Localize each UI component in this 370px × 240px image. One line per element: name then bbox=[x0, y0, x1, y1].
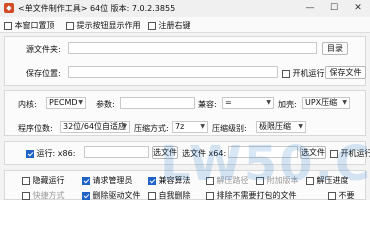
compat-algo-checkbox[interactable] bbox=[148, 176, 156, 185]
compress-method-label: 压缩方式: bbox=[134, 124, 169, 133]
register-checkbox[interactable] bbox=[148, 21, 156, 30]
delete-driver-checkbox[interactable] bbox=[82, 191, 90, 200]
param-label: 参数: bbox=[96, 100, 115, 109]
delete-driver-label: 删除驱动文件 bbox=[92, 191, 141, 200]
register-label: 注册右键 bbox=[158, 21, 191, 30]
chevron-down-icon: ▼ bbox=[200, 123, 205, 130]
topmost-checkbox[interactable] bbox=[4, 21, 12, 30]
hide-run-option[interactable]: 隐藏运行 bbox=[22, 175, 65, 186]
bits-label: 程序位数: bbox=[18, 124, 53, 133]
self-delete-checkbox[interactable] bbox=[148, 191, 156, 200]
run-x86-label: 运行: x86: bbox=[36, 149, 76, 158]
save-location-input[interactable] bbox=[68, 66, 278, 78]
app-icon: ◆ bbox=[4, 3, 14, 13]
self-delete-label: 自我删除 bbox=[158, 191, 191, 200]
menu-option-register[interactable]: 注册右键 bbox=[148, 20, 191, 31]
x86-path-input[interactable] bbox=[84, 146, 149, 158]
save-location-label: 保存位置: bbox=[26, 69, 61, 78]
topmost-label: 本窗口置顶 bbox=[14, 21, 55, 30]
compress-level-select[interactable]: 极限压缩 ▼ bbox=[256, 121, 306, 133]
run-x86-option[interactable]: 运行: x86: bbox=[26, 148, 75, 159]
chevron-down-icon: ▼ bbox=[78, 99, 83, 106]
exclude-files-label: 排除不需要打包的文件 bbox=[216, 191, 297, 200]
shell-select[interactable]: UPX压缩 ▼ bbox=[302, 97, 350, 109]
chevron-down-icon: ▼ bbox=[298, 123, 303, 130]
autorun-option[interactable]: 开机运行 bbox=[282, 68, 325, 79]
save-file-button[interactable]: 保存文件 bbox=[325, 66, 366, 79]
compress-method-value: 7z bbox=[175, 122, 185, 131]
menu-option-topmost[interactable]: 本窗口置顶 bbox=[4, 20, 55, 31]
autorun-checkbox[interactable] bbox=[282, 69, 290, 78]
window-title: <单文件制作工具> 64位 版本: 7.0.2.3855 bbox=[18, 4, 176, 13]
chevron-down-icon: ▼ bbox=[266, 99, 271, 106]
compress-level-label: 压缩级别: bbox=[212, 124, 247, 133]
bits-value: 32位/64位自适应 bbox=[63, 122, 127, 131]
no-need-checkbox[interactable] bbox=[328, 191, 336, 200]
no-need-label: 不要 bbox=[338, 191, 355, 200]
source-folder-input[interactable] bbox=[68, 42, 317, 54]
minimize-button[interactable]: — bbox=[298, 0, 322, 17]
maximize-button[interactable]: ☐ bbox=[322, 0, 346, 17]
shell-label: 加壳: bbox=[278, 100, 297, 109]
core-select[interactable]: PECMD ▼ bbox=[46, 97, 86, 109]
watermark: LW50.COM bbox=[160, 136, 370, 192]
request-admin-checkbox[interactable] bbox=[82, 176, 90, 185]
autorun-label: 开机运行 bbox=[292, 69, 325, 78]
core-label: 内核: bbox=[18, 100, 37, 109]
compat-value: = bbox=[225, 98, 232, 107]
exclude-files-checkbox[interactable] bbox=[206, 191, 214, 200]
shortcut-option[interactable]: 快捷方式 bbox=[22, 190, 65, 201]
source-folder-label: 源文件夹: bbox=[26, 45, 61, 54]
hide-run-checkbox[interactable] bbox=[22, 176, 30, 185]
hide-run-label: 隐藏运行 bbox=[32, 176, 65, 185]
shell-value: UPX压缩 bbox=[305, 98, 338, 107]
chevron-down-icon: ▼ bbox=[342, 99, 347, 106]
request-admin-option[interactable]: 请求管理员 bbox=[82, 175, 133, 186]
close-button[interactable]: ✕ bbox=[346, 0, 370, 17]
compress-level-value: 极限压缩 bbox=[259, 122, 291, 131]
bits-select[interactable]: 32位/64位自适应 ▼ bbox=[60, 121, 130, 133]
delete-driver-option[interactable]: 删除驱动文件 bbox=[82, 190, 141, 201]
compat-select[interactable]: = ▼ bbox=[222, 97, 274, 109]
shortcut-checkbox[interactable] bbox=[22, 191, 30, 200]
core-value: PECMD bbox=[49, 98, 78, 107]
tips-label: 提示按钮显示作用 bbox=[76, 21, 141, 30]
menu-option-tips[interactable]: 提示按钮显示作用 bbox=[66, 20, 141, 31]
chevron-down-icon: ▼ bbox=[122, 123, 127, 130]
compat-label: 兼容: bbox=[198, 100, 217, 109]
browse-folder-button[interactable]: 目录 bbox=[322, 42, 348, 55]
run-x86-checkbox[interactable] bbox=[26, 149, 34, 158]
tips-checkbox[interactable] bbox=[66, 21, 74, 30]
shortcut-label: 快捷方式 bbox=[32, 191, 65, 200]
param-input[interactable] bbox=[120, 97, 195, 109]
compress-method-select[interactable]: 7z ▼ bbox=[172, 121, 208, 133]
request-admin-label: 请求管理员 bbox=[92, 176, 133, 185]
